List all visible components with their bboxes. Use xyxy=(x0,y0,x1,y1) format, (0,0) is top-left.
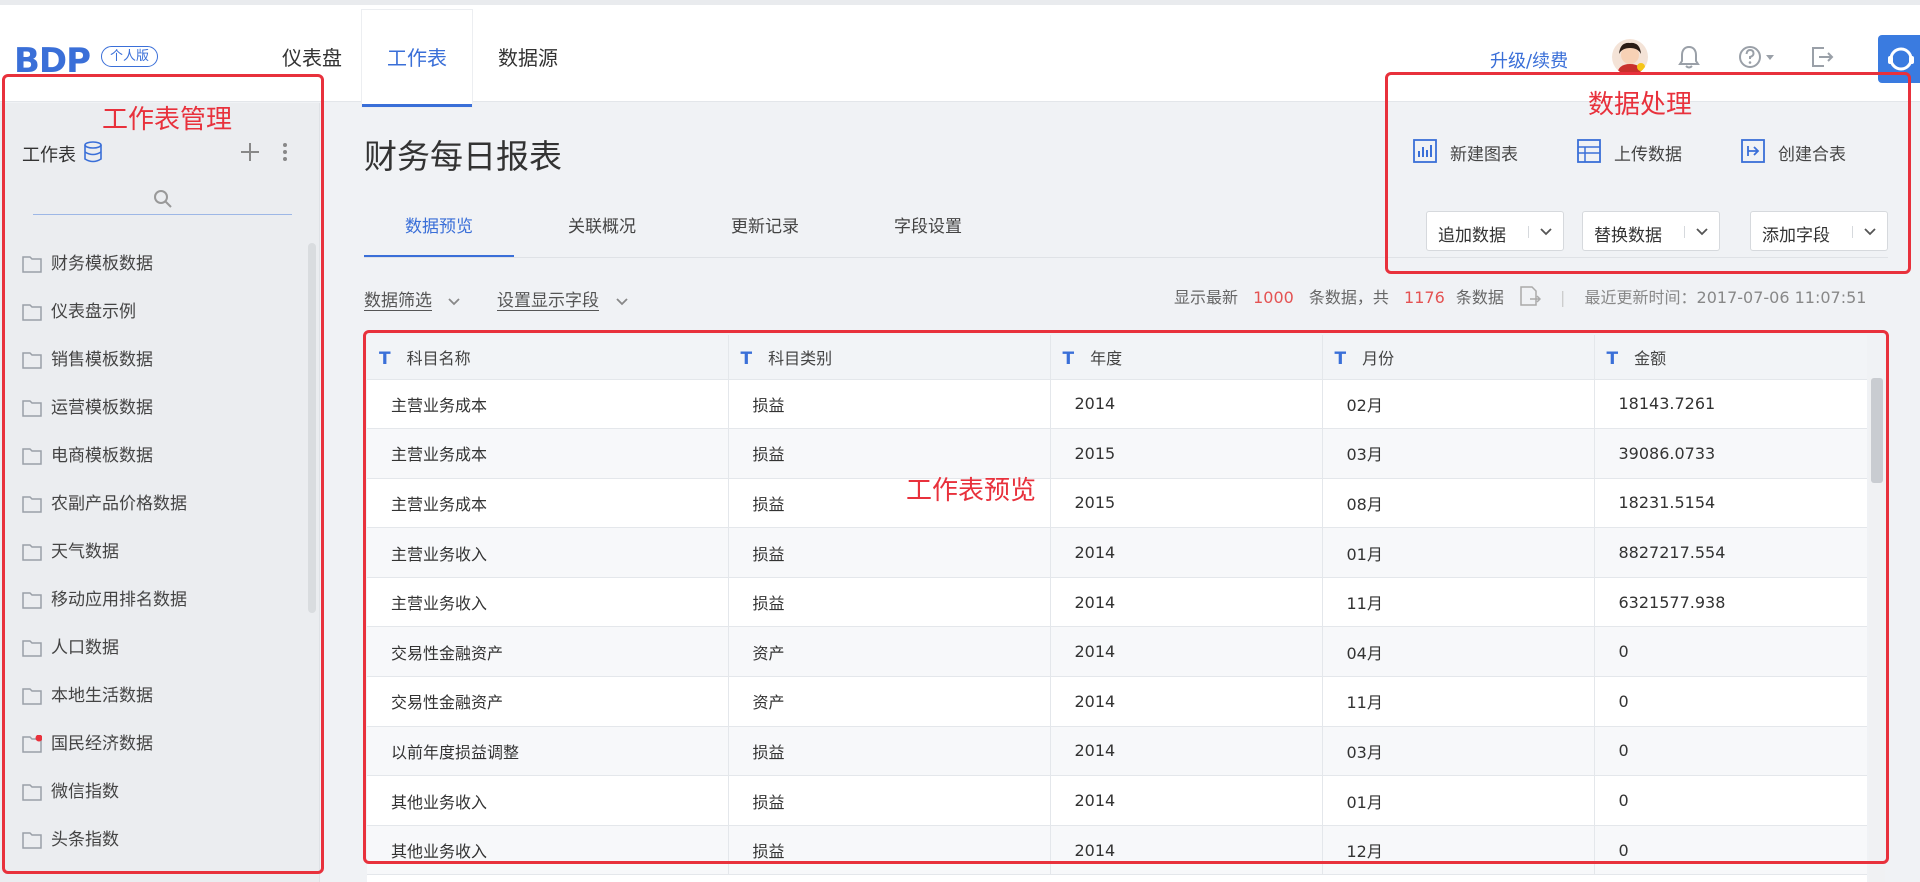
tab-data-preview[interactable]: 数据预览 xyxy=(364,210,514,258)
stats-divider: | xyxy=(1560,288,1566,307)
data-filter-link[interactable]: 数据筛选 xyxy=(364,286,432,311)
bell-icon[interactable] xyxy=(1678,45,1700,73)
tab-field-settings[interactable]: 字段设置 xyxy=(853,210,1003,258)
stats-middle: 条数据，共 xyxy=(1308,288,1389,307)
nav-tab-datasource[interactable]: 数据源 xyxy=(478,10,578,107)
tab-relations[interactable]: 关联概况 xyxy=(527,210,677,258)
annotation-label-sidebar: 工作表管理 xyxy=(102,105,233,135)
help-icon[interactable] xyxy=(1738,45,1778,73)
stats-suffix: 条数据 xyxy=(1455,288,1504,307)
edition-badge: 个人版 xyxy=(101,46,159,67)
logout-icon[interactable] xyxy=(1810,45,1834,73)
stats-total: 1176 xyxy=(1404,288,1445,307)
data-stats: 显示最新 1000 条数据，共 1176 条数据 | 最近更新时间：2017-0… xyxy=(1174,284,1866,310)
chevron-down-icon[interactable] xyxy=(447,292,461,311)
annotation-box-sidebar xyxy=(2,74,324,874)
nav-tab-worksheet[interactable]: 工作表 xyxy=(362,10,472,107)
annotation-label-actions: 数据处理 xyxy=(1588,90,1693,120)
chevron-down-icon[interactable] xyxy=(615,292,629,311)
avatar[interactable] xyxy=(1612,39,1648,75)
export-icon[interactable] xyxy=(1519,286,1542,310)
annotation-label-table: 工作表预览 xyxy=(906,476,1037,506)
stats-prefix: 显示最新 xyxy=(1174,288,1239,307)
upgrade-link[interactable]: 升级/续费 xyxy=(1490,47,1568,73)
page-title: 财务每日报表 xyxy=(364,137,562,176)
display-fields-link[interactable]: 设置显示字段 xyxy=(497,286,599,311)
last-updated: 最近更新时间：2017-07-06 11:07:51 xyxy=(1584,288,1867,307)
stats-shown: 1000 xyxy=(1253,288,1294,307)
tab-update-log[interactable]: 更新记录 xyxy=(690,210,840,258)
annotation-box-table xyxy=(363,330,1889,864)
